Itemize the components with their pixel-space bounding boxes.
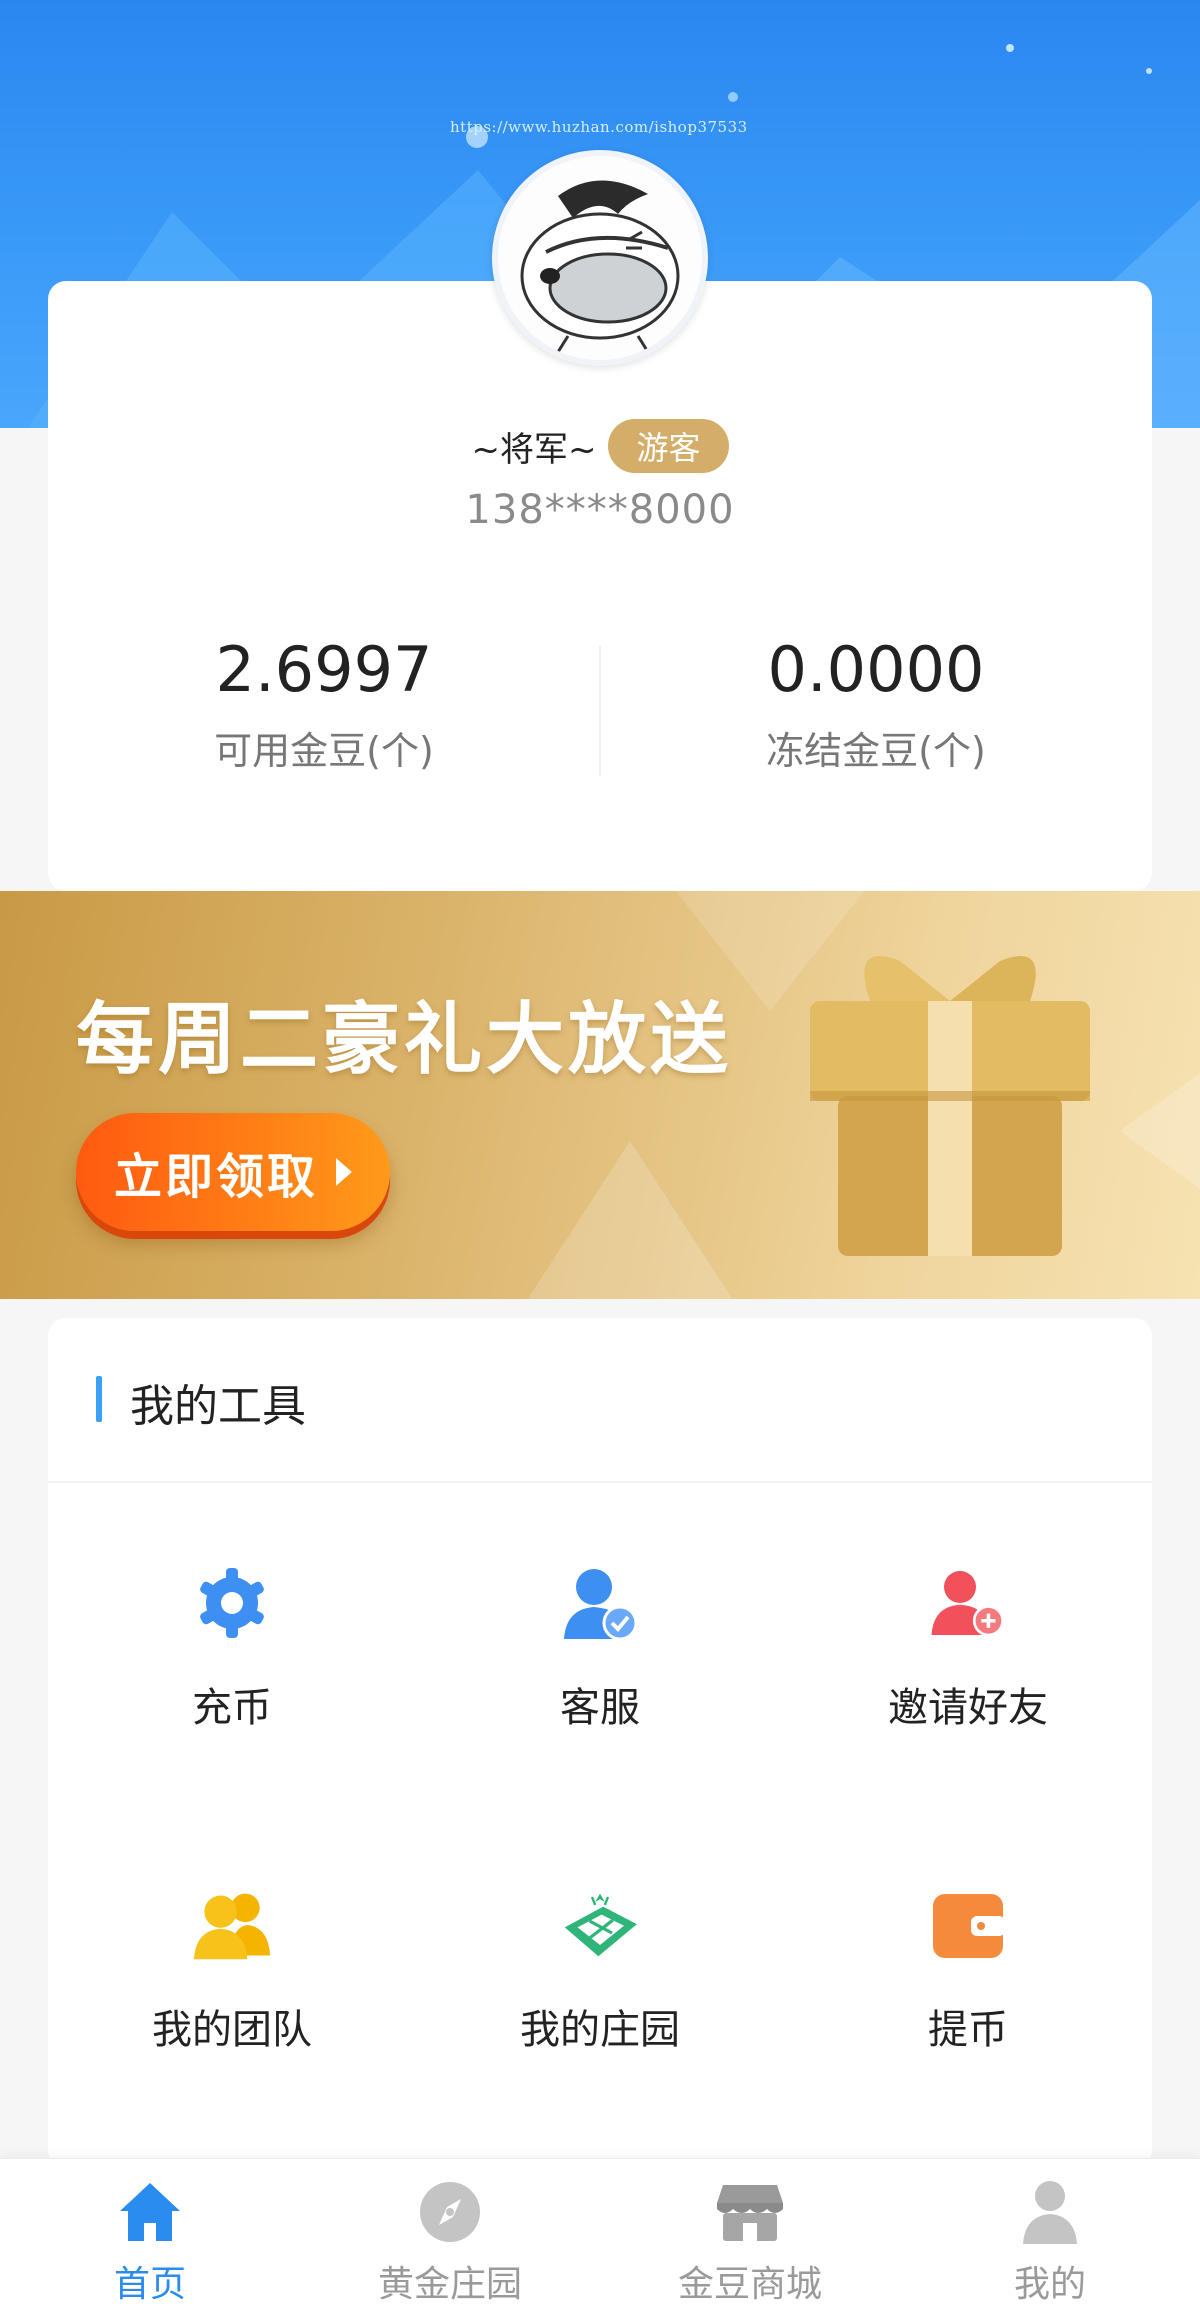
available-beans-stat[interactable]: 2.6997 可用金豆(个) xyxy=(48,633,600,775)
customer-service-icon xyxy=(560,1563,640,1643)
name-row: ~将军~ 游客 xyxy=(48,419,1152,473)
stat-label: 冻结金豆(个) xyxy=(766,729,986,773)
tool-my-team[interactable]: 我的团队 xyxy=(48,1885,416,2165)
section-accent-bar xyxy=(96,1376,102,1422)
tool-label: 邀请好友 xyxy=(888,1685,1048,1731)
wallet-icon xyxy=(928,1885,1008,1965)
star-decoration xyxy=(1146,68,1152,74)
store-icon xyxy=(715,2177,785,2247)
banner-decoration xyxy=(1120,1051,1200,1211)
promo-banner[interactable]: 每周二豪礼大放送 立即领取 xyxy=(0,891,1200,1299)
tab-label: 金豆商城 xyxy=(677,2264,822,2305)
tool-customer-service[interactable]: 客服 xyxy=(416,1563,784,1843)
tool-my-farm[interactable]: 我的庄园 xyxy=(416,1885,784,2165)
banner-title: 每周二豪礼大放送 xyxy=(76,995,733,1085)
star-decoration xyxy=(728,92,738,102)
tab-golden-farm[interactable]: 黄金庄园 xyxy=(300,2177,600,2317)
home-icon xyxy=(115,2177,185,2247)
tool-recharge[interactable]: 充币 xyxy=(48,1563,416,1843)
banner-decoration xyxy=(520,1141,740,1299)
url-watermark: https://www.huzhan.com/ishop37533 xyxy=(450,118,748,136)
arrow-right-icon xyxy=(336,1158,352,1186)
tools-header: 我的工具 xyxy=(48,1318,1152,1483)
bottom-tab-bar: 首页 黄金庄园 金豆商城 我的 xyxy=(0,2158,1200,2322)
tab-label: 我的 xyxy=(1013,2264,1086,2305)
add-user-icon xyxy=(928,1563,1008,1643)
nickname: ~将军~ xyxy=(471,429,597,470)
phone-number: 138****8000 xyxy=(465,487,735,533)
team-icon xyxy=(192,1885,272,1965)
tool-withdraw[interactable]: 提币 xyxy=(784,1885,1152,2165)
tab-mine[interactable]: 我的 xyxy=(900,2177,1200,2317)
profile-card: ~将军~ 游客 138****8000 2.6997 可用金豆(个) 0.000… xyxy=(48,281,1152,891)
tools-card: 我的工具 充币 客服 邀请好友 我的团队 我的庄园 提币 xyxy=(48,1318,1152,2168)
tab-label: 首页 xyxy=(113,2264,186,2305)
tool-label: 客服 xyxy=(560,1685,640,1731)
tool-label: 充币 xyxy=(192,1685,272,1731)
tool-label: 提币 xyxy=(928,2007,1008,2053)
claim-now-button[interactable]: 立即领取 xyxy=(76,1113,390,1231)
stat-value: 0.0000 xyxy=(767,633,985,706)
frozen-beans-stat[interactable]: 0.0000 冻结金豆(个) xyxy=(600,633,1152,775)
tool-invite-friends[interactable]: 邀请好友 xyxy=(784,1563,1152,1843)
claim-now-label: 立即领取 xyxy=(113,1149,318,1205)
star-decoration xyxy=(1006,44,1014,52)
role-badge: 游客 xyxy=(608,419,729,473)
gift-icon xyxy=(810,956,1090,1256)
tab-home[interactable]: 首页 xyxy=(0,2177,300,2317)
tab-label: 黄金庄园 xyxy=(377,2264,522,2305)
avatar[interactable] xyxy=(492,150,708,366)
user-icon xyxy=(1015,2177,1085,2247)
tool-label: 我的团队 xyxy=(152,2007,312,2053)
stat-value: 2.6997 xyxy=(215,633,433,706)
gear-icon xyxy=(192,1563,272,1643)
farm-icon xyxy=(560,1885,640,1965)
tools-title: 我的工具 xyxy=(130,1381,306,1432)
compass-icon xyxy=(415,2177,485,2247)
tool-label: 我的庄园 xyxy=(520,2007,680,2053)
stat-label: 可用金豆(个) xyxy=(214,729,434,773)
tab-bean-store[interactable]: 金豆商城 xyxy=(600,2177,900,2317)
